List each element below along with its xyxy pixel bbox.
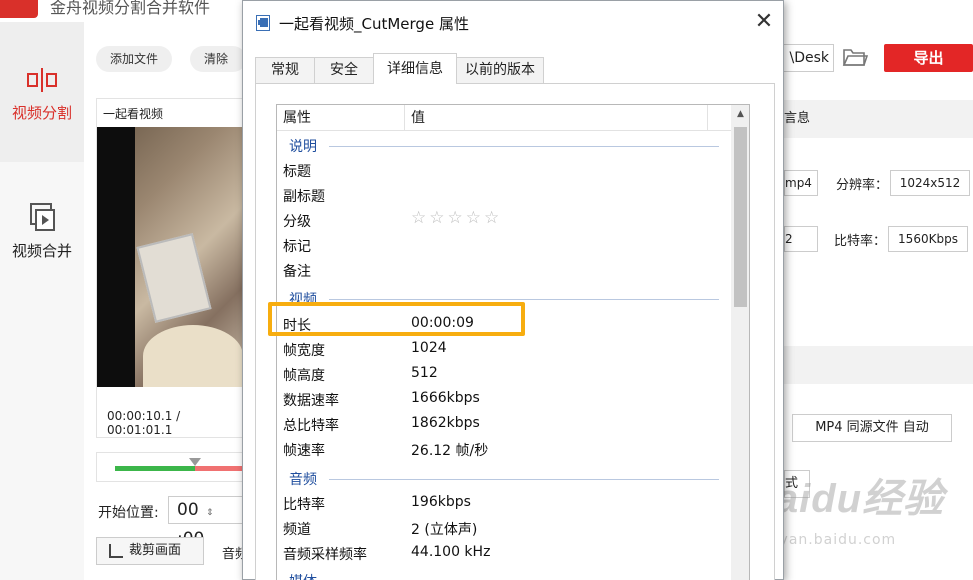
stepper-icon[interactable]: ⇕	[206, 508, 214, 518]
fps-value: 2	[784, 226, 818, 252]
clear-video-button[interactable]: 清除视	[190, 46, 246, 72]
properties-scrollbar[interactable]: ▲	[731, 105, 749, 580]
group-media: 媒体	[289, 571, 317, 580]
properties-list[interactable]: 属性 值 说明 标题 副标题 分级 ☆☆☆☆☆ 标记 备注 视频 时长 00:0…	[276, 104, 750, 580]
tab-previous-versions[interactable]: 以前的版本	[456, 57, 544, 83]
tab-security[interactable]: 安全	[314, 57, 374, 83]
dialog-tabs: 常规 安全 详细信息 以前的版本	[255, 53, 775, 84]
output-settings-header	[784, 346, 973, 384]
prop-key-total-bitrate: 总比特率	[283, 418, 339, 434]
video-name: 一起看视频	[103, 107, 164, 121]
prop-key-rating: 分级	[283, 214, 311, 230]
prop-value-channels: 2 (立体声)	[411, 522, 478, 538]
format-value: mp4	[784, 170, 818, 196]
video-frame[interactable]	[97, 127, 245, 387]
start-position-label: 开始位置:	[98, 505, 159, 521]
resolution-value: 1024x512	[890, 170, 970, 196]
column-header-value[interactable]: 值	[405, 105, 425, 131]
resolution-label: 分辨率：	[836, 178, 889, 193]
prop-key-channels: 频道	[283, 522, 311, 538]
file-info-header: 言息	[784, 100, 973, 138]
bitrate-value: 1560Kbps	[888, 226, 968, 252]
prop-key-frame-width: 帧宽度	[283, 343, 325, 359]
file-info-title: 言息	[784, 111, 811, 126]
prop-key-title: 标题	[283, 164, 311, 180]
video-preview-panel: 一起看视频 00:00:10.1 / 00:01:01.1	[96, 98, 246, 438]
dialog-titlebar[interactable]: 一起看视频_CutMerge 属性 ✕	[243, 1, 783, 45]
sidebar-item-label: 视频合并	[11, 242, 72, 260]
timeline-marker[interactable]	[189, 458, 201, 466]
prop-value-sample-rate: 44.100 kHz	[411, 544, 491, 560]
split-icon	[0, 66, 84, 98]
crop-button[interactable]: 裁剪画面	[96, 537, 204, 565]
prop-key-data-rate: 数据速率	[283, 393, 339, 409]
rating-stars[interactable]: ☆☆☆☆☆	[411, 208, 502, 228]
scroll-up-icon[interactable]: ▲	[731, 105, 749, 124]
app-logo	[0, 0, 38, 18]
list-header: 属性 值	[277, 105, 731, 131]
app-title: 金舟视频分割合并软件	[50, 0, 211, 17]
start-hours: 00	[177, 500, 199, 520]
column-header-property[interactable]: 属性	[277, 105, 311, 131]
prop-value-total-bitrate: 1862kbps	[411, 415, 480, 431]
prop-value-frame-height: 512	[411, 365, 438, 381]
sidebar-item-split[interactable]: 视频分割	[0, 22, 84, 162]
export-button[interactable]: 导出	[884, 44, 973, 72]
timeline-slider[interactable]	[96, 452, 247, 482]
output-format-select[interactable]: MP4 同源文件 自动	[792, 414, 952, 442]
sidebar-item-label: 视频分割	[11, 104, 72, 122]
prop-value-frame-width: 1024	[411, 340, 447, 356]
close-icon[interactable]: ✕	[753, 11, 775, 33]
prop-key-sample-rate: 音频采样频率	[283, 547, 367, 563]
prop-key-subtitle: 副标题	[283, 189, 325, 205]
merge-icon	[0, 202, 84, 238]
prop-key-audio-bitrate: 比特率	[283, 497, 325, 513]
folder-icon[interactable]	[842, 46, 869, 68]
dialog-title: 一起看视频_CutMerge 属性	[279, 15, 469, 33]
prop-key-comments: 备注	[283, 264, 311, 280]
group-description: 说明	[289, 139, 317, 155]
prop-key-frame-rate: 帧速率	[283, 443, 325, 459]
prop-key-frame-height: 帧高度	[283, 368, 325, 384]
add-file-button[interactable]: 添加文件	[96, 46, 173, 72]
tab-details[interactable]: 详细信息	[373, 53, 457, 84]
video-file-icon	[256, 15, 270, 31]
tab-general[interactable]: 常规	[255, 57, 315, 83]
prop-value-data-rate: 1666kbps	[411, 390, 480, 406]
sidebar: 视频分割 视频合并	[0, 22, 84, 580]
output-path-field[interactable]: \Desk	[776, 44, 834, 72]
scroll-thumb[interactable]	[734, 127, 747, 307]
prop-value-frame-rate: 26.12 帧/秒	[411, 443, 489, 459]
video-time: 00:00:10.1 / 00:01:01.1	[107, 409, 181, 437]
group-audio: 音频	[289, 472, 317, 488]
bitrate-label: 比特率：	[834, 234, 887, 249]
start-position-input[interactable]: 00 ⇕ :00	[168, 496, 246, 549]
prop-key-tags: 标记	[283, 239, 311, 255]
properties-dialog: 一起看视频_CutMerge 属性 ✕ 常规 安全 详细信息 以前的版本 属性 …	[242, 0, 784, 580]
duration-highlight-box	[268, 302, 525, 336]
sidebar-item-merge[interactable]: 视频合并	[0, 162, 84, 302]
prop-value-audio-bitrate: 196kbps	[411, 494, 471, 510]
crop-icon	[109, 544, 123, 558]
crop-label: 裁剪画面	[129, 543, 182, 558]
